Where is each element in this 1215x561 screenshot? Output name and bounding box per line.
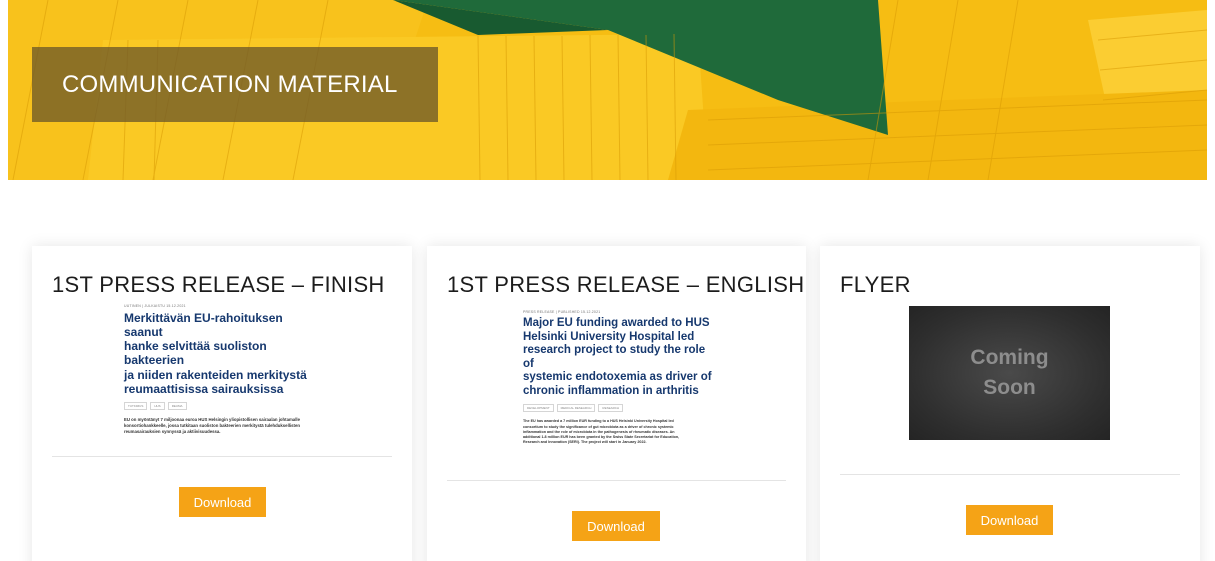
doc-tag: RESEARCH: [598, 404, 624, 413]
doc-tag: HUS: [150, 401, 165, 410]
press-release-english-thumbnail[interactable]: PRESS RELEASE | PUBLISHED 15.12.2021 Maj…: [523, 310, 713, 460]
doc-tag: REUMA: [167, 401, 187, 410]
doc-headline-line: reumaattisissa sairauksissa: [124, 381, 284, 396]
hero-title-overlay: COMMUNICATION MATERIAL: [32, 47, 438, 122]
coming-soon-text: Coming: [970, 345, 1049, 369]
doc-headline-line: Helsinki University Hospital led: [523, 330, 695, 343]
doc-tags: TUTKIMUS HUS REUMA: [124, 401, 324, 410]
download-button[interactable]: Download: [572, 511, 660, 541]
download-button[interactable]: Download: [966, 505, 1053, 535]
download-button[interactable]: Download: [179, 487, 266, 517]
doc-tag: TUTKIMUS: [124, 401, 148, 410]
card-title: FLYER: [840, 272, 911, 297]
hero-banner: COMMUNICATION MATERIAL: [8, 0, 1207, 180]
doc-meta: PRESS RELEASE | PUBLISHED 15.12.2021: [523, 310, 601, 314]
card-title: 1ST PRESS RELEASE – FINISH: [52, 272, 385, 297]
card-flyer: FLYER Coming Soon Download: [820, 246, 1200, 561]
doc-headline: Merkittävän EU-rahoituksen saanut hanke …: [124, 311, 324, 396]
page-title: COMMUNICATION MATERIAL: [62, 70, 398, 98]
doc-headline-line: Merkittävän EU-rahoituksen saanut: [124, 311, 283, 340]
card-divider: [447, 480, 786, 481]
card-press-release-finnish: 1ST PRESS RELEASE – FINISH UUTINEN | JUL…: [32, 246, 412, 561]
card-title: 1ST PRESS RELEASE – ENGLISH: [447, 272, 805, 297]
doc-tag: DEVELOPMENT: [523, 404, 554, 413]
doc-tags: DEVELOPMENT MEDICAL RESEARCH RESEARCH: [523, 404, 713, 413]
doc-headline-line: hanke selvittää suoliston bakteerien: [124, 339, 267, 368]
doc-headline-line: ja niiden rakenteiden merkitystä: [124, 367, 307, 382]
doc-tag: MEDICAL RESEARCH: [556, 404, 596, 413]
card-divider: [840, 474, 1180, 475]
doc-headline-line: Major EU funding awarded to HUS: [523, 317, 710, 329]
doc-headline-line: systemic endotoxemia as driver of: [523, 371, 712, 384]
doc-headline: Major EU funding awarded to HUS Helsinki…: [523, 317, 713, 398]
doc-body-line: reumasairauksien synnyssä ja aktiivisuud…: [124, 428, 221, 434]
card-press-release-english: 1ST PRESS RELEASE – ENGLISH PRESS RELEAS…: [427, 246, 806, 561]
doc-headline-line: chronic inflammation in arthritis: [523, 384, 699, 397]
doc-body: EU on myöntänyt 7 miljoonaa euroa HUS He…: [124, 417, 324, 435]
press-release-finnish-thumbnail[interactable]: UUTINEN | JULKAISTU 15.12.2021 Merkittäv…: [124, 304, 324, 434]
doc-meta: UUTINEN | JULKAISTU 15.12.2021: [124, 304, 186, 308]
doc-body: The EU has awarded a 7 million EUR fundi…: [523, 419, 713, 445]
coming-soon-text: Soon: [983, 376, 1036, 399]
coming-soon-image[interactable]: Coming Soon: [909, 306, 1110, 440]
page: COMMUNICATION MATERIAL 1ST PRESS RELEASE…: [0, 0, 1215, 561]
card-divider: [52, 456, 392, 457]
doc-body-line: Research and Innovation (SERI). The proj…: [523, 440, 647, 445]
doc-headline-line: research project to study the role of: [523, 344, 706, 370]
